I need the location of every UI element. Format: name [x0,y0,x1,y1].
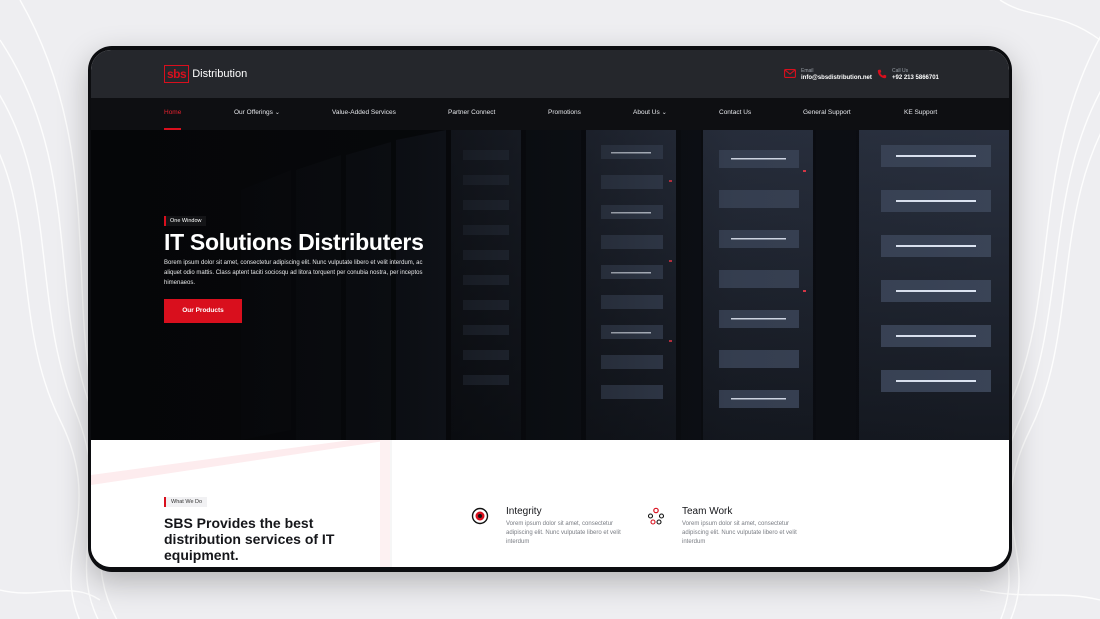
chevron-down-icon: ⌄ [661,110,667,116]
mail-icon [784,69,796,81]
nav-general-support-label: General Support [803,109,851,116]
logo-text: Distribution [192,68,248,80]
hero-title: IT Solutions Distributers [164,229,424,255]
hero-description: Borem ipsum dolor sit amet, consectetur … [164,260,423,286]
feature-title: Integrity [506,506,542,517]
feature-integrity: Integrity Vorem ipsum dolor sit amet, co… [471,506,626,547]
feature-title: Team Work [682,506,733,517]
phone-contact[interactable]: Call Us +92 213 5866701 [877,68,939,82]
hero-eyebrow: One Window [164,216,206,226]
nav-partner-connect[interactable]: Partner Connect [448,98,495,130]
logo-mark: sbs [164,65,190,83]
email-contact[interactable]: Email info@sbsdistribution.net [784,68,872,82]
hero-section: One Window IT Solutions Distributers Bor… [91,130,1009,440]
nav-value-added-label: Value-Added Services [332,109,396,116]
nav-about-us[interactable]: About Us ⌄ [633,98,667,130]
nav-our-offerings[interactable]: Our Offerings ⌄ [234,98,280,130]
nav-our-offerings-label: Our Offerings [234,109,273,116]
feature-description: Vorem ipsum dolor sit amet, consectetur … [682,521,797,545]
section-title: SBS Provides the best distribution servi… [164,515,335,563]
nav-general-support[interactable]: General Support [803,98,851,130]
feature-team-work: Team Work Vorem ipsum dolor sit amet, co… [647,506,802,547]
nav-contact-us-label: Contact Us [719,109,752,116]
section-tag: What We Do [164,497,208,507]
nav-ke-support[interactable]: KE Support [904,98,937,130]
top-header: sbs Distribution Email info@sbsdistribut… [91,50,1009,98]
brand-logo[interactable]: sbs Distribution [164,65,247,83]
nav-home-label: Home [164,109,182,116]
our-products-button[interactable]: Our Products [164,299,242,323]
what-we-do-section: What We Do SBS Provides the best distrib… [91,440,1009,567]
call-value: +92 213 5866701 [892,75,939,81]
nav-promotions-label: Promotions [548,109,581,116]
nav-promotions[interactable]: Promotions [548,98,581,130]
email-value: info@sbsdistribution.net [801,75,872,81]
phone-icon [877,69,887,82]
target-icon [471,507,489,525]
nav-about-us-label: About Us [633,109,660,116]
nav-partner-connect-label: Partner Connect [448,109,496,116]
nav-contact-us[interactable]: Contact Us [719,98,751,130]
nav-value-added-services[interactable]: Value-Added Services [332,98,396,130]
team-icon [647,507,665,525]
nav-home[interactable]: Home [164,98,182,130]
feature-description: Vorem ipsum dolor sit amet, consectetur … [506,521,621,545]
chevron-down-icon: ⌄ [274,110,280,116]
main-nav: Home Our Offerings ⌄ Value-Added Services… [91,98,1009,130]
nav-ke-support-label: KE Support [904,109,938,116]
website-screen: sbs Distribution Email info@sbsdistribut… [91,50,1009,567]
